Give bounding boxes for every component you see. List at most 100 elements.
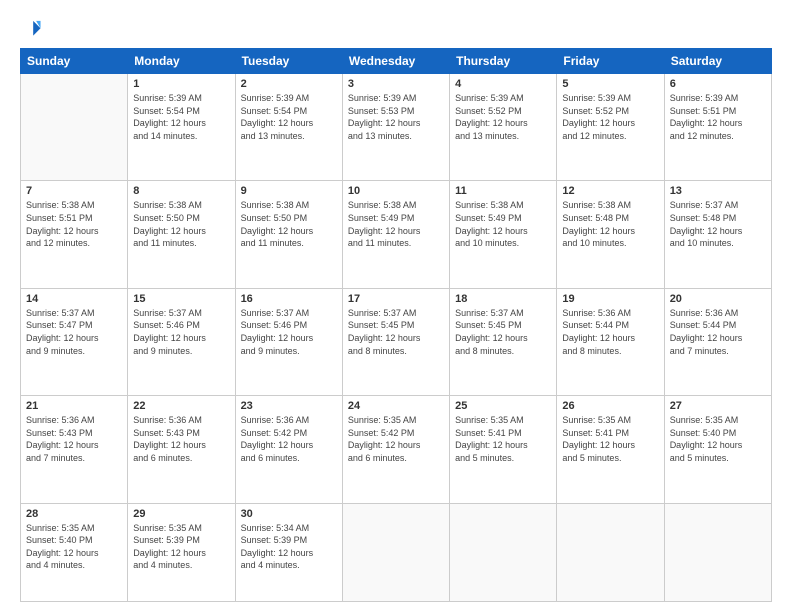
- day-number: 30: [241, 508, 337, 520]
- day-info: Sunrise: 5:37 AM Sunset: 5:45 PM Dayligh…: [348, 307, 444, 357]
- day-number: 13: [670, 185, 766, 197]
- header: [20, 18, 772, 40]
- calendar: SundayMondayTuesdayWednesdayThursdayFrid…: [20, 48, 772, 602]
- day-info: Sunrise: 5:38 AM Sunset: 5:49 PM Dayligh…: [455, 199, 551, 249]
- calendar-cell: 28Sunrise: 5:35 AM Sunset: 5:40 PM Dayli…: [21, 503, 128, 602]
- calendar-week-4: 21 Sunrise: 5:36 AM Sunset: 5:43 PM Dayli…: [21, 396, 772, 503]
- day-info: Sunrise: 5:39 AM Sunset: 5:52 PM Dayligh…: [562, 92, 658, 142]
- calendar-cell: 30 Sunrise: 5:34 AM Sunset: 5:39 PM Dayli…: [235, 503, 342, 602]
- day-number: 24: [348, 400, 444, 412]
- day-info: Sunrise: 5:36 AM Sunset: 5:43 PM Dayligh…: [26, 414, 122, 464]
- weekday-header-tuesday: Tuesday: [235, 49, 342, 74]
- calendar-week-2: 7 Sunrise: 5:38 AM Sunset: 5:51 PM Daylig…: [21, 181, 772, 288]
- day-number: 12: [562, 185, 658, 197]
- calendar-cell: 26 Sunrise: 5:35 AM Sunset: 5:41 PM Dayli…: [557, 396, 664, 503]
- calendar-cell: 8Sunrise: 5:38 AM Sunset: 5:50 PM Daylig…: [128, 181, 235, 288]
- day-number: 3: [348, 78, 444, 90]
- day-info: Sunrise: 5:35 AM Sunset: 5:39 PM Dayligh…: [133, 522, 229, 572]
- page: SundayMondayTuesdayWednesdayThursdayFrid…: [0, 0, 792, 612]
- day-info: Sunrise: 5:36 AM Sunset: 5:43 PM Dayligh…: [133, 414, 229, 464]
- calendar-cell: 20 Sunrise: 5:36 AM Sunset: 5:44 PM Dayli…: [664, 288, 771, 395]
- calendar-cell: 5 Sunrise: 5:39 AM Sunset: 5:52 PM Daylig…: [557, 74, 664, 181]
- calendar-cell: 17 Sunrise: 5:37 AM Sunset: 5:45 PM Dayli…: [342, 288, 449, 395]
- day-info: Sunrise: 5:38 AM Sunset: 5:50 PM Dayligh…: [241, 199, 337, 249]
- day-number: 16: [241, 293, 337, 305]
- calendar-cell: 27 Sunrise: 5:35 AM Sunset: 5:40 PM Dayli…: [664, 396, 771, 503]
- weekday-header-friday: Friday: [557, 49, 664, 74]
- calendar-week-5: 28Sunrise: 5:35 AM Sunset: 5:40 PM Dayli…: [21, 503, 772, 602]
- day-info: Sunrise: 5:35 AM Sunset: 5:40 PM Dayligh…: [670, 414, 766, 464]
- calendar-cell: 22 Sunrise: 5:36 AM Sunset: 5:43 PM Dayli…: [128, 396, 235, 503]
- calendar-week-1: 1Sunrise: 5:39 AM Sunset: 5:54 PM Daylig…: [21, 74, 772, 181]
- calendar-cell: 13 Sunrise: 5:37 AM Sunset: 5:48 PM Dayli…: [664, 181, 771, 288]
- day-info: Sunrise: 5:37 AM Sunset: 5:47 PM Dayligh…: [26, 307, 122, 357]
- day-number: 25: [455, 400, 551, 412]
- day-info: Sunrise: 5:38 AM Sunset: 5:48 PM Dayligh…: [562, 199, 658, 249]
- day-number: 19: [562, 293, 658, 305]
- day-info: Sunrise: 5:35 AM Sunset: 5:41 PM Dayligh…: [562, 414, 658, 464]
- day-number: 14: [26, 293, 122, 305]
- calendar-cell: 16Sunrise: 5:37 AM Sunset: 5:46 PM Dayli…: [235, 288, 342, 395]
- calendar-cell: [664, 503, 771, 602]
- day-info: Sunrise: 5:34 AM Sunset: 5:39 PM Dayligh…: [241, 522, 337, 572]
- calendar-cell: [450, 503, 557, 602]
- day-info: Sunrise: 5:39 AM Sunset: 5:51 PM Dayligh…: [670, 92, 766, 142]
- day-number: 4: [455, 78, 551, 90]
- calendar-cell: 10 Sunrise: 5:38 AM Sunset: 5:49 PM Dayli…: [342, 181, 449, 288]
- day-number: 17: [348, 293, 444, 305]
- weekday-header-monday: Monday: [128, 49, 235, 74]
- day-info: Sunrise: 5:39 AM Sunset: 5:52 PM Dayligh…: [455, 92, 551, 142]
- day-info: Sunrise: 5:39 AM Sunset: 5:53 PM Dayligh…: [348, 92, 444, 142]
- calendar-cell: 9 Sunrise: 5:38 AM Sunset: 5:50 PM Daylig…: [235, 181, 342, 288]
- calendar-week-3: 14 Sunrise: 5:37 AM Sunset: 5:47 PM Dayli…: [21, 288, 772, 395]
- day-number: 9: [241, 185, 337, 197]
- day-number: 23: [241, 400, 337, 412]
- calendar-cell: 4 Sunrise: 5:39 AM Sunset: 5:52 PM Daylig…: [450, 74, 557, 181]
- day-number: 7: [26, 185, 122, 197]
- calendar-cell: 6 Sunrise: 5:39 AM Sunset: 5:51 PM Daylig…: [664, 74, 771, 181]
- day-number: 28: [26, 508, 122, 520]
- weekday-header-saturday: Saturday: [664, 49, 771, 74]
- day-number: 21: [26, 400, 122, 412]
- calendar-cell: 1Sunrise: 5:39 AM Sunset: 5:54 PM Daylig…: [128, 74, 235, 181]
- calendar-cell: 21 Sunrise: 5:36 AM Sunset: 5:43 PM Dayli…: [21, 396, 128, 503]
- day-info: Sunrise: 5:35 AM Sunset: 5:41 PM Dayligh…: [455, 414, 551, 464]
- day-info: Sunrise: 5:37 AM Sunset: 5:48 PM Dayligh…: [670, 199, 766, 249]
- day-info: Sunrise: 5:36 AM Sunset: 5:44 PM Dayligh…: [670, 307, 766, 357]
- calendar-cell: 23 Sunrise: 5:36 AM Sunset: 5:42 PM Dayli…: [235, 396, 342, 503]
- logo: [20, 18, 44, 40]
- weekday-header-sunday: Sunday: [21, 49, 128, 74]
- day-info: Sunrise: 5:36 AM Sunset: 5:42 PM Dayligh…: [241, 414, 337, 464]
- calendar-cell: 7 Sunrise: 5:38 AM Sunset: 5:51 PM Daylig…: [21, 181, 128, 288]
- day-info: Sunrise: 5:38 AM Sunset: 5:51 PM Dayligh…: [26, 199, 122, 249]
- day-number: 11: [455, 185, 551, 197]
- calendar-cell: [21, 74, 128, 181]
- day-number: 20: [670, 293, 766, 305]
- logo-icon: [20, 18, 42, 40]
- day-number: 26: [562, 400, 658, 412]
- calendar-cell: 14 Sunrise: 5:37 AM Sunset: 5:47 PM Dayli…: [21, 288, 128, 395]
- day-number: 22: [133, 400, 229, 412]
- day-number: 2: [241, 78, 337, 90]
- calendar-cell: 24 Sunrise: 5:35 AM Sunset: 5:42 PM Dayli…: [342, 396, 449, 503]
- day-number: 10: [348, 185, 444, 197]
- calendar-cell: 12 Sunrise: 5:38 AM Sunset: 5:48 PM Dayli…: [557, 181, 664, 288]
- day-info: Sunrise: 5:38 AM Sunset: 5:49 PM Dayligh…: [348, 199, 444, 249]
- day-number: 6: [670, 78, 766, 90]
- day-number: 5: [562, 78, 658, 90]
- day-number: 1: [133, 78, 229, 90]
- day-number: 15: [133, 293, 229, 305]
- weekday-header-thursday: Thursday: [450, 49, 557, 74]
- day-info: Sunrise: 5:38 AM Sunset: 5:50 PM Dayligh…: [133, 199, 229, 249]
- calendar-cell: 15Sunrise: 5:37 AM Sunset: 5:46 PM Dayli…: [128, 288, 235, 395]
- calendar-cell: [342, 503, 449, 602]
- day-number: 18: [455, 293, 551, 305]
- day-number: 27: [670, 400, 766, 412]
- weekday-header-wednesday: Wednesday: [342, 49, 449, 74]
- calendar-cell: 2Sunrise: 5:39 AM Sunset: 5:54 PM Daylig…: [235, 74, 342, 181]
- calendar-cell: 3 Sunrise: 5:39 AM Sunset: 5:53 PM Daylig…: [342, 74, 449, 181]
- calendar-cell: [557, 503, 664, 602]
- day-info: Sunrise: 5:35 AM Sunset: 5:42 PM Dayligh…: [348, 414, 444, 464]
- day-info: Sunrise: 5:36 AM Sunset: 5:44 PM Dayligh…: [562, 307, 658, 357]
- calendar-cell: 19 Sunrise: 5:36 AM Sunset: 5:44 PM Dayli…: [557, 288, 664, 395]
